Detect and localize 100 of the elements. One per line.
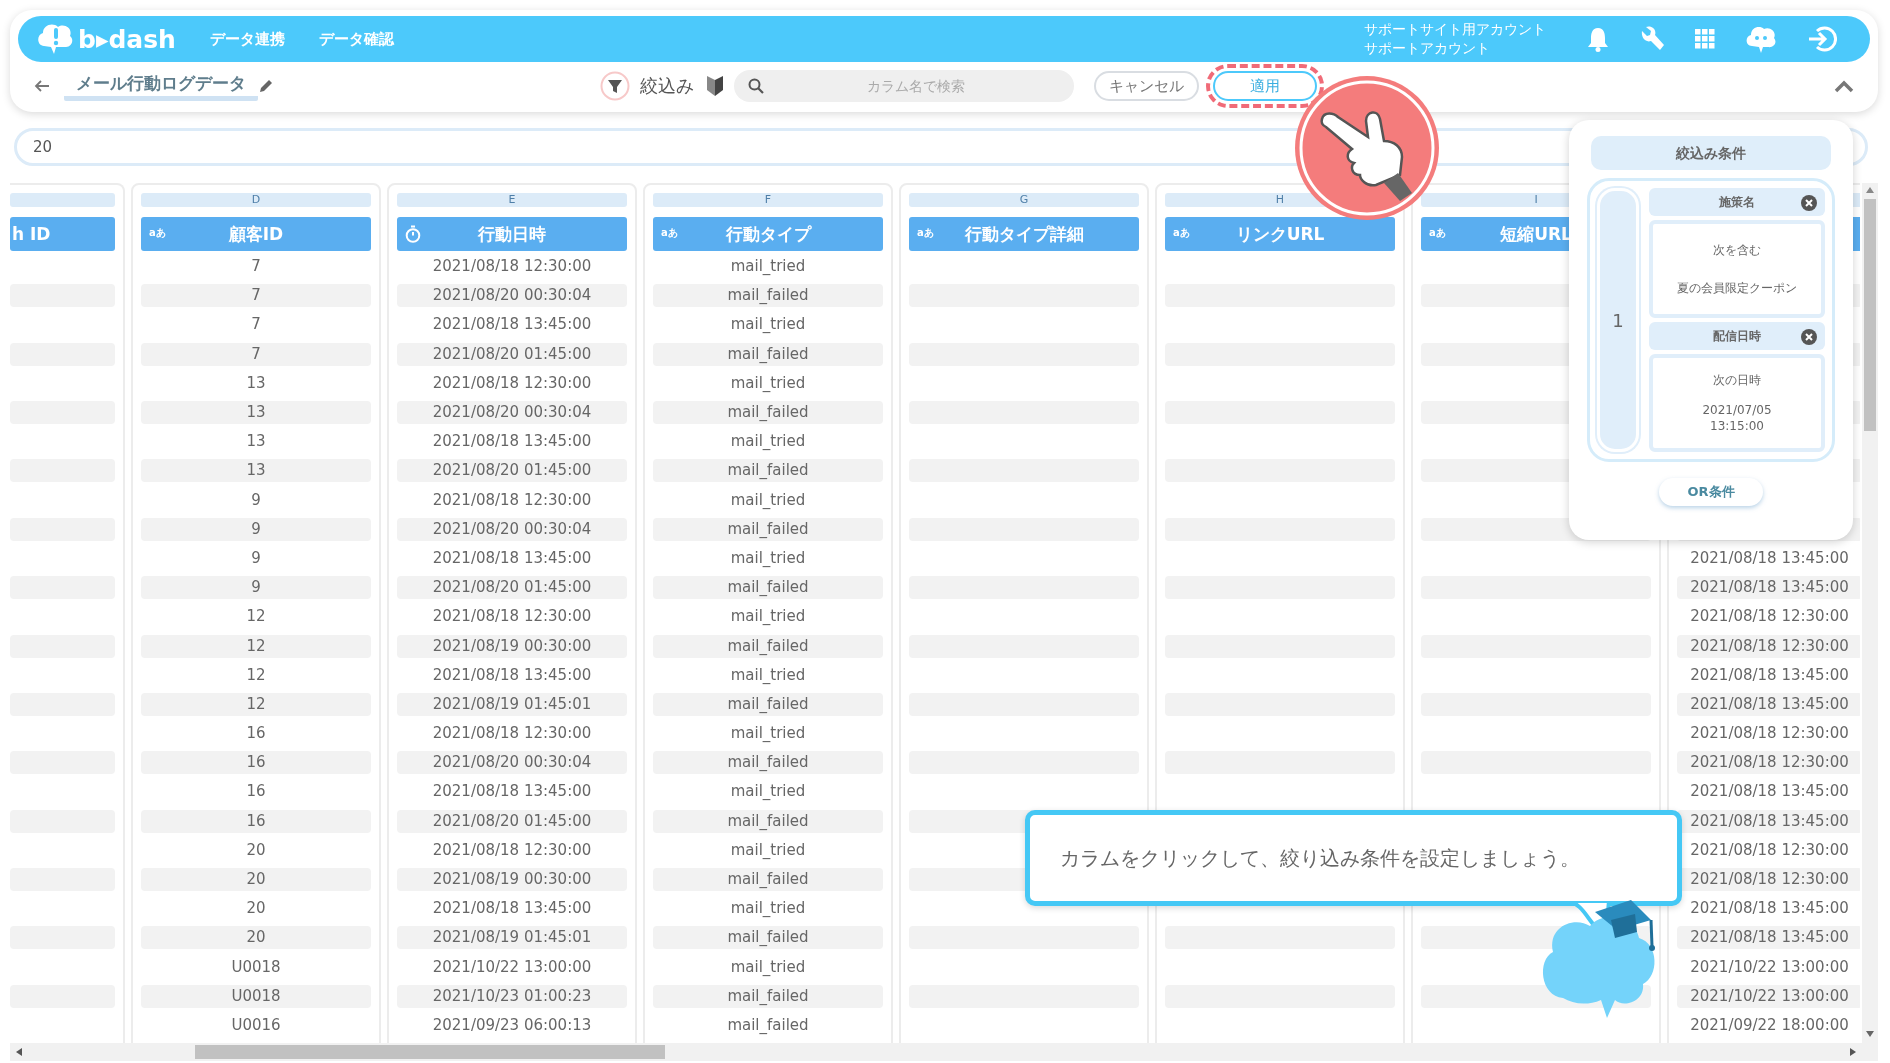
logo-text[interactable]: b▸dash xyxy=(78,24,176,54)
table-cell-text: 2021/08/18 13:45:00 xyxy=(1689,547,1850,569)
table-cell: mail_failed xyxy=(653,634,883,658)
filter-label: 絞込み xyxy=(640,74,694,98)
table-cell-text: mail_tried xyxy=(729,372,807,394)
condition-box[interactable]: 次を含む 夏の会員限定クーポン xyxy=(1649,220,1825,318)
table-cell-text: 13 xyxy=(245,372,267,394)
table-cell: 13 xyxy=(141,459,371,483)
table-cell: 7 xyxy=(141,284,371,308)
condition-field-name: 施策名 xyxy=(1719,193,1755,211)
account-name: サポートアカウント xyxy=(1364,39,1491,58)
text-type-icon: aあ xyxy=(661,226,678,240)
table-cell: 2021/08/19 01:45:01 xyxy=(397,926,627,950)
table-cell: 2021/08/20 00:30:04 xyxy=(397,401,627,425)
table-cell-text: mail_tried xyxy=(729,723,807,745)
table-cell-text: 2021/08/18 12:30:00 xyxy=(431,606,593,628)
table-cell-text: 2021/08/18 12:30:00 xyxy=(1689,723,1850,745)
guide-message: カラムをクリックして、絞り込み条件を設定しましょう。 xyxy=(1060,844,1580,872)
table-cell: mail_failed xyxy=(653,459,883,483)
text-type-icon: aあ xyxy=(917,226,934,240)
table-cell: 16 xyxy=(141,751,371,775)
or-condition-button[interactable]: OR条件 xyxy=(1659,478,1763,506)
table-cell-text: 7 xyxy=(250,314,262,336)
table-cell: mail_failed xyxy=(653,926,883,950)
table-cell-text: 2021/08/18 13:45:00 xyxy=(1689,664,1850,686)
condition-box[interactable]: 次の日時 2021/07/05 13:15:00 xyxy=(1649,354,1825,452)
table-cell-text: 2021/08/18 13:45:00 xyxy=(431,664,593,686)
column-header[interactable]: aあ 行動タイプ xyxy=(653,217,883,251)
cancel-button[interactable]: キャンセル xyxy=(1094,71,1199,101)
table-cell-text: mail_tried xyxy=(729,489,807,511)
table-cell: 2021/10/22 13:00:00 xyxy=(1677,984,1860,1008)
table-cell-text: 20 xyxy=(245,839,267,861)
text-type-icon: aあ xyxy=(1173,226,1190,240)
table-cell-text: mail_tried xyxy=(729,839,807,861)
table-cell-text: U0016 xyxy=(230,1014,282,1036)
nav-link[interactable]: データ連携 xyxy=(209,29,285,49)
table-cell-text: 7 xyxy=(250,256,262,278)
table-cell: 7 xyxy=(141,342,371,366)
table-cell-text: 12 xyxy=(245,606,267,628)
column-header[interactable]: aあ 顧客ID xyxy=(141,217,371,251)
table-cell: 2021/08/20 01:45:00 xyxy=(397,459,627,483)
table-cell: mail_failed xyxy=(653,809,883,833)
column-header[interactable]: h ID xyxy=(10,217,115,251)
table-cell-text: 2021/08/18 13:45:00 xyxy=(431,781,593,803)
table-cell: 12 xyxy=(141,692,371,716)
table-cell-text: mail_tried xyxy=(729,431,807,453)
table-cell: 13 xyxy=(141,401,371,425)
table-cell: 2021/10/23 01:00:23 xyxy=(397,984,627,1008)
table-cell-text: 9 xyxy=(250,489,262,511)
table-cell-text: 2021/08/18 12:30:00 xyxy=(1689,606,1850,628)
table-cell: 2021/08/20 00:30:04 xyxy=(397,284,627,308)
table-cell-text: 2021/10/22 13:00:00 xyxy=(431,956,593,978)
table-cell: mail_failed xyxy=(653,517,883,541)
column-header[interactable]: 行動日時 xyxy=(397,217,627,251)
table-cell: 2021/08/20 00:30:04 xyxy=(397,517,627,541)
column-letter: F xyxy=(653,193,883,207)
condition-value: 夏の会員限定クーポン xyxy=(1677,279,1797,296)
table-cell: mail_failed xyxy=(653,692,883,716)
table-cell-text: 2021/08/18 12:30:00 xyxy=(431,489,593,511)
table-cell: 2021/08/20 01:45:00 xyxy=(397,342,627,366)
table-cell: 2021/08/20 00:30:04 xyxy=(397,751,627,775)
table-cell: 20 xyxy=(141,926,371,950)
table-cell: mail_failed xyxy=(653,401,883,425)
table-cell-text: 16 xyxy=(245,723,267,745)
table-cell: 16 xyxy=(141,809,371,833)
table-cell: 2021/08/18 13:45:00 xyxy=(1677,926,1860,950)
table-cell: 2021/08/18 12:30:00 xyxy=(1677,634,1860,658)
table-cell: 2021/08/20 01:45:00 xyxy=(397,809,627,833)
table-cell-text: 2021/08/18 13:45:00 xyxy=(431,898,593,920)
table-cell: 2021/08/19 01:45:01 xyxy=(397,692,627,716)
nav-link[interactable]: データ確認 xyxy=(318,29,394,49)
condition-field-name: 配信日時 xyxy=(1713,327,1761,345)
table-cell: 2021/08/19 00:30:00 xyxy=(397,634,627,658)
table-cell: mail_failed xyxy=(653,751,883,775)
table-cell-text: mail_tried xyxy=(729,314,807,336)
column-letter: D xyxy=(141,193,371,207)
table-cell-text: mail_tried xyxy=(729,664,807,686)
table-cell-text: mail_tried xyxy=(729,256,807,278)
table-cell-text: mail_tried xyxy=(729,956,807,978)
table-cell: 9 xyxy=(141,517,371,541)
table-cell-text: 16 xyxy=(245,781,267,803)
table-cell-text: 2021/08/18 12:30:00 xyxy=(431,372,593,394)
table-cell-text: 2021/08/18 12:30:00 xyxy=(431,256,593,278)
table-cell: mail_failed xyxy=(653,342,883,366)
table-cell-text: 12 xyxy=(245,664,267,686)
column-header[interactable]: aあ 行動タイプ詳細 xyxy=(909,217,1139,251)
table-cell: 2021/08/18 13:45:00 xyxy=(1677,809,1860,833)
table-cell-text: 2021/08/18 12:30:00 xyxy=(431,723,593,745)
table-cell-text: 9 xyxy=(250,547,262,569)
table-cell: 2021/08/19 00:30:00 xyxy=(397,868,627,892)
search-field[interactable]: カラム名で検索 xyxy=(734,70,1074,102)
column-header[interactable]: aあ リンクURL xyxy=(1165,217,1395,251)
text-type-icon: aあ xyxy=(1429,226,1446,240)
table-cell-text: 20 xyxy=(245,898,267,920)
page-title: メール行動ログデータ xyxy=(64,71,258,101)
table-cell: 20 xyxy=(141,868,371,892)
table-cell-text: 2021/08/18 13:45:00 xyxy=(431,431,593,453)
table-cell-text: mail_tried xyxy=(729,781,807,803)
table-cell-text: mail_tried xyxy=(729,606,807,628)
table-cell-text: mail_failed xyxy=(726,1014,810,1036)
